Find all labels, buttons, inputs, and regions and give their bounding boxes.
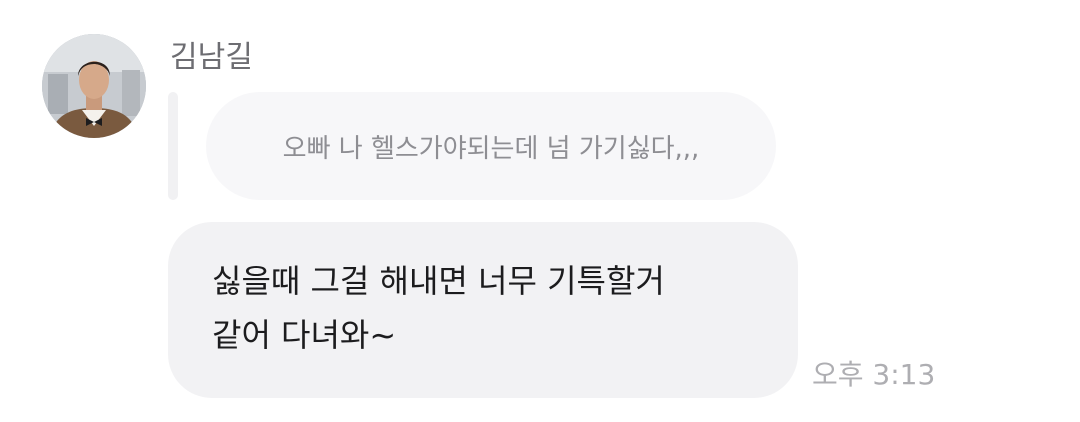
quoted-message-bubble[interactable]: 오빠 나 헬스가야되는데 넘 가기싫다,,, bbox=[206, 92, 776, 200]
quoted-message-text: 오빠 나 헬스가야되는데 넘 가기싫다,,, bbox=[282, 133, 700, 164]
message-line: 같어 다녀와~ bbox=[212, 316, 397, 354]
message-bubble[interactable]: 싫을때 그걸 해내면 너무 기특할거 같어 다녀와~ bbox=[168, 222, 798, 398]
message-text: 싫을때 그걸 해내면 너무 기특할거 같어 다녀와~ bbox=[212, 254, 754, 362]
avatar-photo-icon bbox=[42, 34, 146, 138]
reply-indicator-bar bbox=[168, 92, 178, 200]
message-line: 싫을때 그걸 해내면 너무 기특할거 bbox=[212, 262, 665, 300]
sender-name: 김남길 bbox=[170, 40, 253, 75]
sender-avatar[interactable] bbox=[42, 34, 146, 138]
message-timestamp: 오후 3:13 bbox=[812, 358, 936, 391]
